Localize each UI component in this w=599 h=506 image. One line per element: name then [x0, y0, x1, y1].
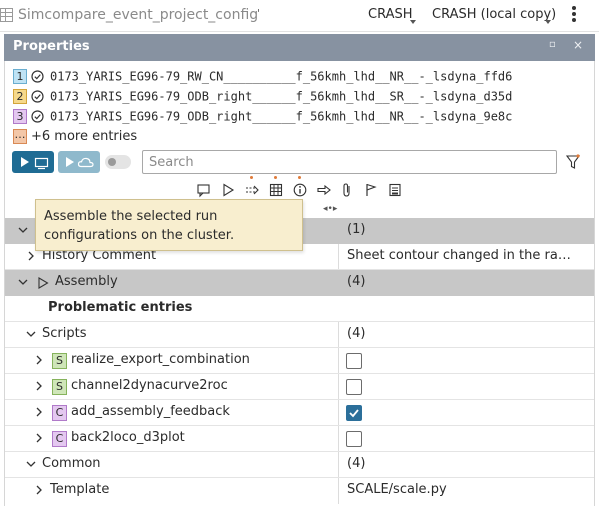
entry-item[interactable]: 3 0173_YARIS_EG96-79_ODB_right______f_56k…: [13, 109, 512, 127]
entry-index-badge: 2: [13, 89, 27, 104]
section-count: (1): [347, 222, 366, 237]
arrow-right-icon[interactable]: [316, 182, 332, 198]
notification-dot: [250, 176, 253, 179]
script-name: back2loco_d3plot: [71, 430, 185, 445]
chevron-down-icon: [410, 20, 416, 24]
play-monitor-icon: [21, 157, 49, 170]
search-input[interactable]: [142, 150, 557, 174]
comment-icon[interactable]: [196, 182, 212, 198]
chevron-right-icon: [36, 355, 42, 365]
info-icon[interactable]: [292, 182, 308, 198]
chevron-right-icon: [36, 407, 42, 417]
script-type-badge: C: [52, 431, 67, 447]
checkmark-icon: [349, 409, 359, 418]
more-entries[interactable]: … +6 more entries: [13, 129, 137, 147]
check-circle-icon: [31, 110, 44, 123]
chevron-right-icon: [28, 251, 34, 261]
script-item[interactable]: S realize_export_combination: [5, 348, 594, 374]
problematic-entries-label: Problematic entries: [48, 300, 193, 315]
table-icon: [0, 8, 13, 22]
script-checkbox[interactable]: [346, 405, 362, 421]
notification-dot: [298, 176, 301, 179]
ellipsis-icon: …: [13, 129, 27, 144]
close-icon[interactable]: ×: [573, 38, 583, 52]
history-comment-value: Sheet contour changed in the radius: [347, 248, 577, 263]
template-label: Template: [50, 482, 110, 497]
chevron-down-icon: [18, 227, 28, 233]
common-label: Common: [42, 456, 101, 471]
export-icon[interactable]: [244, 182, 260, 198]
more-entries-label: +6 more entries: [31, 129, 138, 144]
script-name: channel2dynacurve2roc: [71, 378, 228, 393]
common-count: (4): [347, 456, 366, 471]
toggle-switch[interactable]: [105, 155, 131, 169]
play-cloud-icon: [66, 157, 94, 168]
script-type-badge: C: [52, 405, 67, 421]
properties-panel: 1 0173_YARIS_EG96-79_RW_CN__________f_56k…: [4, 61, 595, 506]
filter-icon[interactable]: [566, 154, 580, 170]
entry-item[interactable]: 1 0173_YARIS_EG96-79_RW_CN__________f_56k…: [13, 69, 512, 87]
assembly-label: Assembly: [55, 274, 118, 289]
restore-icon[interactable]: ▫: [549, 39, 556, 50]
script-type-badge: S: [52, 353, 67, 369]
panel-title: Properties: [13, 39, 90, 54]
title-bar: Simcompare_event_project_config ' CRASH …: [0, 0, 599, 32]
separator-mark: ': [257, 7, 261, 20]
resize-grip-icon: ◂•▸: [323, 204, 338, 214]
table-icon[interactable]: [268, 182, 284, 198]
script-type-badge: S: [52, 379, 67, 395]
entry-name: 0173_YARIS_EG96-79_RW_CN__________f_56km…: [50, 69, 513, 84]
entry-item[interactable]: 2 0173_YARIS_EG96-79_ODB_right______f_56k…: [13, 89, 512, 107]
flag-icon[interactable]: [363, 182, 379, 198]
config-selector[interactable]: CRASH (local copy): [432, 7, 556, 22]
run-local-button[interactable]: [12, 151, 54, 173]
app-title: Simcompare_event_project_config: [18, 7, 259, 23]
chevron-down-icon: [545, 20, 551, 24]
play-outline-icon[interactable]: [37, 277, 49, 289]
script-item[interactable]: S channel2dynacurve2roc: [5, 374, 594, 400]
chevron-down-icon: [18, 279, 28, 285]
template-row[interactable]: Template SCALE/scale.py: [5, 478, 594, 504]
script-name: add_assembly_feedback: [71, 404, 230, 419]
chevron-right-icon: [36, 433, 42, 443]
entry-index-badge: 1: [13, 69, 27, 84]
scripts-row[interactable]: Scripts (4): [5, 322, 594, 348]
section-row-assembly[interactable]: Assembly (4): [5, 270, 594, 296]
template-value: SCALE/scale.py: [347, 482, 447, 497]
problematic-entries-row[interactable]: Problematic entries: [5, 296, 594, 322]
run-cluster-button[interactable]: [58, 151, 100, 173]
chevron-right-icon: [36, 381, 42, 391]
play-outline-icon[interactable]: [220, 182, 236, 198]
check-circle-icon: [31, 70, 44, 83]
chevron-down-icon: [26, 331, 36, 337]
kebab-menu-icon[interactable]: [569, 5, 579, 25]
common-row[interactable]: Common (4): [5, 452, 594, 478]
chevron-down-icon: [26, 461, 36, 467]
properties-header: Properties ▫ ×: [4, 34, 595, 61]
entry-name: 0173_YARIS_EG96-79_ODB_right______f_56km…: [50, 109, 513, 124]
run-cluster-tooltip: Assemble the selected run configurations…: [35, 199, 303, 251]
script-checkbox[interactable]: [346, 353, 362, 369]
check-circle-icon: [31, 90, 44, 103]
scripts-count: (4): [347, 326, 366, 341]
script-checkbox[interactable]: [346, 431, 362, 447]
script-item[interactable]: C add_assembly_feedback: [5, 400, 594, 426]
action-iconbar: [5, 176, 594, 200]
notification-dot: [274, 176, 277, 179]
script-item[interactable]: C back2loco_d3plot: [5, 426, 594, 452]
assembly-count: (4): [347, 274, 366, 289]
entry-index-badge: 3: [13, 109, 27, 124]
report-icon[interactable]: [387, 182, 403, 198]
script-name: realize_export_combination: [71, 352, 250, 367]
scripts-label: Scripts: [42, 326, 87, 341]
chevron-right-icon: [36, 485, 42, 495]
paperclip-icon[interactable]: [339, 182, 355, 198]
entry-name: 0173_YARIS_EG96-79_ODB_right______f_56km…: [50, 89, 513, 104]
script-checkbox[interactable]: [346, 379, 362, 395]
project-selector[interactable]: CRASH: [368, 7, 413, 22]
